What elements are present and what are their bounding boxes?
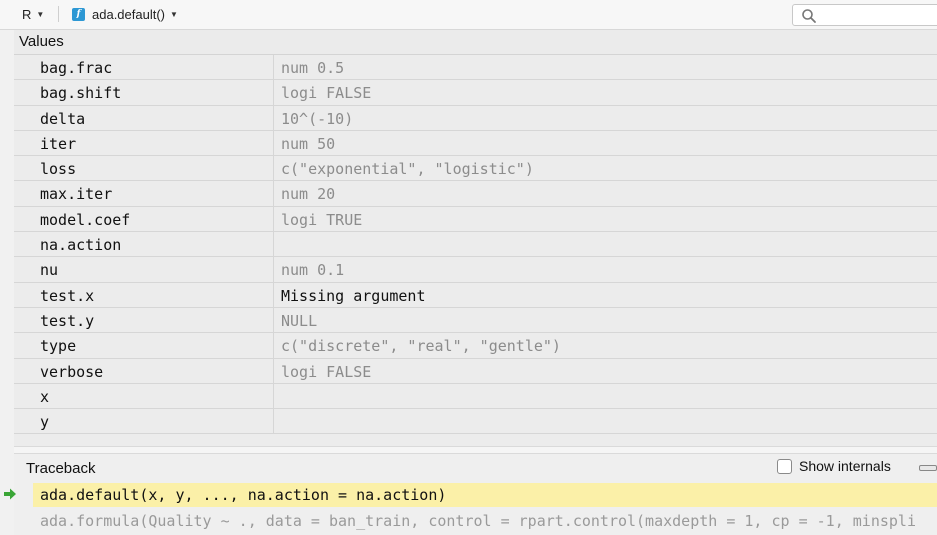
variable-value [274,409,937,433]
values-table: bag.frac num 0.5 bag.shift logi FALSE delta 1… [14,55,937,435]
traceback-frame-current[interactable]: ada.default(x, y, ..., na.action = na.ac… [33,483,937,507]
variable-value: c("discrete", "real", "gentle") [281,337,561,356]
environment-toolbar: R ▼ f ada.default() ▼ [0,0,937,30]
function-name-label: ada.default() [92,6,165,22]
toolbar-separator [58,6,59,22]
values-row[interactable]: type c("discrete", "real", "gentle") [14,333,937,359]
variable-name: delta [14,105,274,130]
variable-value: c("exponential", "logistic") [281,160,534,179]
variable-name: nu [14,257,274,282]
values-row[interactable]: x [14,383,937,410]
values-row[interactable]: bag.frac num 0.5 [14,55,937,81]
values-row[interactable]: nu num 0.1 [14,257,937,283]
values-row[interactable]: test.y NULL [14,307,937,334]
traceback-title: Traceback [26,460,96,477]
values-row[interactable]: na.action [14,232,937,258]
variable-name: type [14,333,274,358]
environment-values-panel: Values bag.frac num 0.5 bag.shift logi FALS… [14,30,937,446]
show-internals-label: Show internals [799,458,891,474]
variable-value: 10^(-10) [281,109,354,128]
current-frame-arrow-icon [4,488,16,500]
variable-name: bag.shift [14,80,274,105]
variable-value: num 50 [281,134,336,153]
search-icon [802,9,816,23]
environment-frame-dropdown[interactable]: f ada.default() ▼ [72,5,178,23]
variable-name: test.x [14,282,274,307]
values-row[interactable]: loss c("exponential", "logistic") [14,156,937,182]
values-row[interactable]: max.iter num 20 [14,181,937,207]
chevron-down-icon: ▼ [170,9,178,19]
traceback-frame[interactable]: ada.formula(Quality ~ ., data = ban_trai… [33,509,937,535]
variable-name: y [14,409,274,434]
variable-name: iter [14,130,274,156]
values-row[interactable]: delta 10^(-10) [14,105,937,131]
search-input[interactable] [792,4,937,26]
variable-name: na.action [14,232,274,257]
pane-splitter[interactable] [14,446,937,454]
variable-value: logi FALSE [281,84,372,103]
chevron-down-icon: ▼ [36,9,45,19]
variable-name: test.y [14,307,274,333]
language-dropdown[interactable]: R ▼ [22,5,44,23]
traceback-panel: Traceback Show internals ada.default(x, … [14,454,937,535]
language-label: R [22,6,32,22]
variable-name: verbose [14,358,274,383]
values-row[interactable]: verbose logi FALSE [14,358,937,384]
variable-value: num 0.5 [281,59,345,77]
minimize-pane-icon[interactable] [919,465,937,471]
variable-value [274,232,937,256]
variable-name: model.coef [14,206,274,232]
variable-value: num 0.1 [281,261,345,280]
variable-value: logi FALSE [281,362,372,381]
values-row[interactable]: model.coef logi TRUE [14,206,937,233]
variable-value [274,384,937,408]
variable-value: NULL [281,311,318,330]
show-internals-checkbox[interactable] [777,458,792,474]
variable-name: loss [14,156,274,181]
values-row[interactable]: iter num 50 [14,130,937,157]
function-icon: f [72,7,85,21]
values-row[interactable]: test.x Missing argument [14,282,937,308]
variable-name: bag.frac [14,55,274,80]
show-internals-toggle[interactable]: Show internals [777,458,891,474]
variable-value: logi TRUE [281,210,363,229]
values-row[interactable]: bag.shift logi FALSE [14,80,937,106]
variable-value: num 20 [281,185,336,204]
variable-name: max.iter [14,181,274,206]
values-row[interactable]: y [14,409,937,435]
variable-name: x [14,383,274,409]
values-section-header: Values [14,30,937,55]
variable-value: Missing argument [281,286,426,305]
